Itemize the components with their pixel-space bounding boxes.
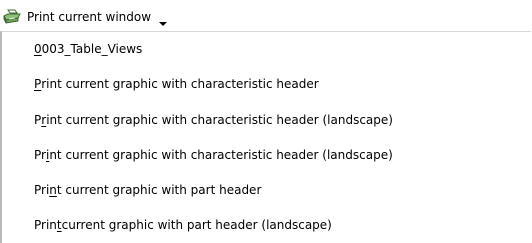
menu-item-label-post: rint current graphic with characteristic… — [41, 77, 319, 91]
menu-item-print-characteristic-header[interactable]: Print current graphic with characteristi… — [34, 69, 524, 99]
menu-item-print-characteristic-header-landscape-2[interactable]: Pr i nt current graphic with characteristi… — [34, 140, 524, 170]
print-button-label: Print current window — [27, 10, 152, 24]
menu-item-accelerator: 0 — [34, 42, 42, 56]
menu-item-print-part-header[interactable]: Pri n t current graphic with part header — [34, 175, 524, 205]
menu-item-label-pre: P — [34, 113, 42, 127]
menu-item-print-characteristic-header-landscape[interactable]: Pr int current graphic with characteristi… — [34, 105, 524, 135]
menu-item-label-post: current graphic with part header (landsc… — [61, 218, 332, 232]
print-options-menu: 0 003_Table_Views Print current graphic w… — [0, 31, 531, 243]
printer-icon — [3, 8, 21, 26]
menu-item-label-pre: Pr — [34, 148, 46, 162]
menu-item-label-post: 003_Table_Views — [41, 42, 143, 56]
menu-item-accelerator: n — [49, 183, 57, 197]
chevron-down-icon[interactable] — [158, 13, 168, 26]
print-current-window-button[interactable]: Print current window — [2, 5, 168, 29]
menu-item-label-pre: Pri — [34, 183, 50, 197]
menu-item-label-post: nt current graphic with characteristic h… — [49, 148, 393, 162]
menu-item-print-part-header-landscape[interactable]: Prin t current graphic with part header (… — [34, 210, 524, 240]
menu-item-accelerator: P — [34, 77, 42, 91]
menu-item-label-post: int current graphic with characteristic … — [46, 113, 393, 127]
menu-item-0003-table-views[interactable]: 0 003_Table_Views — [34, 34, 524, 64]
menu-item-label-post: t current graphic with part header — [56, 183, 262, 197]
menu-item-label-pre: Prin — [34, 218, 57, 232]
